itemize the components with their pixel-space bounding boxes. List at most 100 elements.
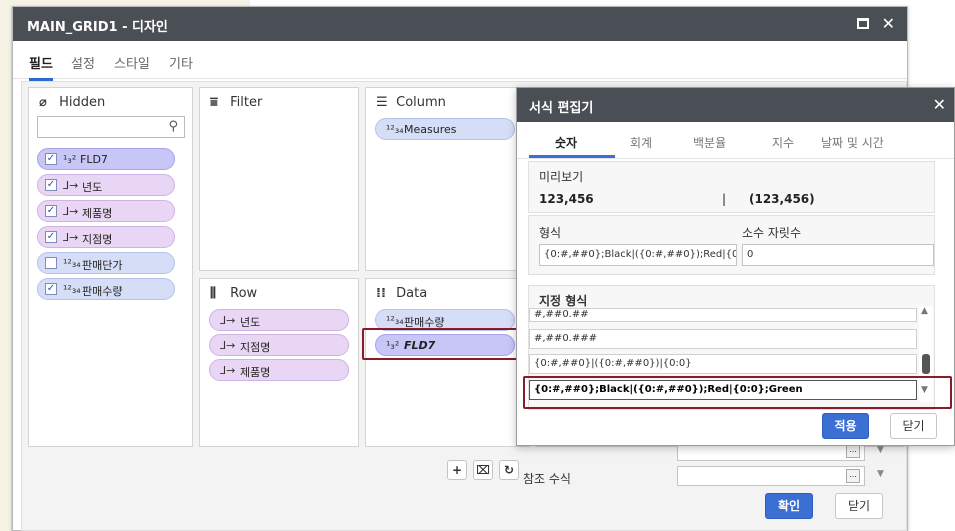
checkbox[interactable]: ✓ xyxy=(45,231,57,243)
tab-percent[interactable]: 백분율 xyxy=(693,134,726,151)
add-button[interactable]: + xyxy=(447,460,467,480)
preview-section: 미리보기 123,456 | (123,456) xyxy=(528,161,935,213)
column-item[interactable]: ¹²₃₄ Measures xyxy=(375,118,515,140)
search-icon[interactable]: ⚲ xyxy=(168,119,178,134)
hidden-item[interactable]: ✓ ⅃→ 제품명 xyxy=(37,200,175,222)
preset-label: 지정 형식 xyxy=(539,294,588,308)
dimension-icon: ⅃→ xyxy=(220,339,236,352)
hidden-panel: ⌀ Hidden ⚲ ✓ ¹₃² FLD7 ✓ ⅃→ 년도 ✓ ⅃→ 제품명 ✓… xyxy=(28,87,193,447)
dimension-icon: ⅃→ xyxy=(63,231,79,244)
dimension-icon: ⅃→ xyxy=(63,179,79,192)
preset-item[interactable]: #,##0.## xyxy=(529,308,917,322)
list-icon: ☰ xyxy=(376,95,388,110)
checkbox[interactable]: ✓ xyxy=(45,283,57,295)
highlight-box-fld7 xyxy=(362,328,519,360)
measure-icon: ¹²₃₄ xyxy=(63,283,81,296)
tab-exponent[interactable]: 지수 xyxy=(772,134,794,151)
format-input[interactable]: {0:#,##0};Black|({0:#,##0});Red|{0:0 xyxy=(539,244,737,266)
preview-positive: 123,456 xyxy=(539,192,594,206)
row-panel-header: ⫼ Row xyxy=(210,286,257,301)
highlight-box-preset xyxy=(523,376,952,409)
ok-button[interactable]: 확인 xyxy=(765,493,813,519)
tab-fields[interactable]: 필드 xyxy=(29,53,53,81)
checkbox[interactable] xyxy=(45,257,57,269)
data-panel-title: Data xyxy=(396,286,428,301)
hidden-item[interactable]: ✓ ¹₃² FLD7 xyxy=(37,148,175,170)
reference-formula-field[interactable]: ... xyxy=(677,466,865,486)
hidden-item-label: 제품명 xyxy=(82,207,113,220)
measure-icon: ¹²₃₄ xyxy=(386,314,404,327)
preset-item[interactable]: #,##0.### xyxy=(529,329,917,349)
tab-etc[interactable]: 기타 xyxy=(169,53,193,72)
filter-panel-title: Filter xyxy=(230,95,263,110)
row-item[interactable]: ⅃→ 년도 xyxy=(209,309,349,331)
close-icon[interactable]: ✕ xyxy=(933,95,946,114)
hidden-item-label: FLD7 xyxy=(80,153,108,166)
chevron-down-icon[interactable]: ▼ xyxy=(877,469,884,479)
close-icon[interactable]: ✕ xyxy=(882,14,895,33)
ellipsis-button[interactable]: ... xyxy=(846,444,860,458)
data-panel[interactable]: ⁞⁞ Data ¹²₃₄ 판매수량 ¹₃² FLD7 xyxy=(365,278,530,447)
decimals-input[interactable]: 0 xyxy=(742,244,934,266)
dimension-icon: ⅃→ xyxy=(220,314,236,327)
dimension-icon: ⅃→ xyxy=(63,205,79,218)
row-item-label: 년도 xyxy=(240,316,261,329)
chevron-down-icon[interactable]: ▼ xyxy=(877,445,884,455)
hidden-item[interactable]: ✓ ⅃→ 년도 xyxy=(37,174,175,196)
hidden-item[interactable]: ✓ ¹²₃₄ 판매수량 xyxy=(37,278,175,300)
column-panel-title: Column xyxy=(396,95,446,110)
format-label: 형식 xyxy=(539,226,562,240)
hidden-search-input[interactable]: ⚲ xyxy=(37,116,185,138)
tab-style[interactable]: 스타일 xyxy=(114,53,150,72)
scroll-thumb[interactable] xyxy=(922,354,930,374)
checkbox[interactable]: ✓ xyxy=(45,205,57,217)
column-panel[interactable]: ☰ Column ¹²₃₄ Measures xyxy=(365,87,530,271)
tab-number[interactable]: 숫자 xyxy=(555,134,577,151)
refresh-button[interactable]: ↻ xyxy=(499,460,519,480)
hidden-item-label: 판매단가 xyxy=(82,259,123,272)
row-panel-title: Row xyxy=(230,286,258,301)
checkbox[interactable]: ✓ xyxy=(45,153,57,165)
row-bars-icon: ⫼ xyxy=(210,286,216,301)
slashed-circle-icon: ⌀ xyxy=(39,95,47,110)
dialog-title: MAIN_GRID1 - 디자인 xyxy=(27,20,168,35)
format-section: 형식 소수 자릿수 {0:#,##0};Black|({0:#,##0});Re… xyxy=(528,215,935,275)
column-item-label: Measures xyxy=(404,123,457,136)
hidden-item[interactable]: ✓ ⅃→ 지점명 xyxy=(37,226,175,248)
filter-panel-header: ⩸ Filter xyxy=(210,95,262,110)
tab-settings[interactable]: 설정 xyxy=(71,53,95,72)
filter-panel[interactable]: ⩸ Filter xyxy=(199,87,359,271)
preview-separator: | xyxy=(722,192,727,206)
row-item[interactable]: ⅃→ 제품명 xyxy=(209,359,349,381)
tab-divider xyxy=(517,158,954,159)
hidden-item[interactable]: ¹²₃₄ 판매단가 xyxy=(37,252,175,274)
row-item-label: 제품명 xyxy=(240,366,271,379)
close-button[interactable]: 닫기 xyxy=(835,493,883,519)
delete-button[interactable]: ⌧ xyxy=(473,460,493,480)
apply-button[interactable]: 적용 xyxy=(822,413,869,439)
measure-icon: ¹²₃₄ xyxy=(63,257,81,270)
preview-label: 미리보기 xyxy=(539,170,584,184)
tab-datetime[interactable]: 날짜 및 시간 xyxy=(821,134,884,151)
preview-negative: (123,456) xyxy=(749,192,815,206)
ellipsis-button[interactable]: ... xyxy=(846,469,860,483)
row-item[interactable]: ⅃→ 지점명 xyxy=(209,334,349,356)
reference-formula-label: 참조 수식 xyxy=(523,472,571,486)
preset-item[interactable]: {0:#,##0}|({0:#,##0})|{0:0} xyxy=(529,354,917,374)
measure-icon: ¹²₃₄ xyxy=(386,123,404,136)
hidden-item-label: 년도 xyxy=(82,181,103,194)
tab-accounting[interactable]: 회계 xyxy=(630,134,652,151)
decimals-label: 소수 자릿수 xyxy=(742,226,802,240)
row-panel[interactable]: ⫼ Row ⅃→ 년도 ⅃→ 지점명 ⅃→ 제품명 xyxy=(199,278,359,447)
grid-icon: ⁞⁞ xyxy=(376,286,386,301)
chevron-up-icon[interactable]: ▲ xyxy=(921,306,928,316)
hidden-item-label: 지점명 xyxy=(82,233,113,246)
dialog-tabs: 필드 설정 스타일 기타 xyxy=(13,41,907,81)
checkbox[interactable]: ✓ xyxy=(45,179,57,191)
dialog-title-bar: MAIN_GRID1 - 디자인 ✕ xyxy=(13,7,907,41)
format-close-button[interactable]: 닫기 xyxy=(890,413,937,439)
maximize-icon[interactable] xyxy=(857,18,869,29)
data-panel-header: ⁞⁞ Data xyxy=(376,286,427,301)
format-editor-dialog: 서식 편집기 ✕ 숫자 회계 백분율 지수 날짜 및 시간 미리보기 123,4… xyxy=(516,87,955,446)
hidden-panel-title: Hidden xyxy=(59,95,106,110)
